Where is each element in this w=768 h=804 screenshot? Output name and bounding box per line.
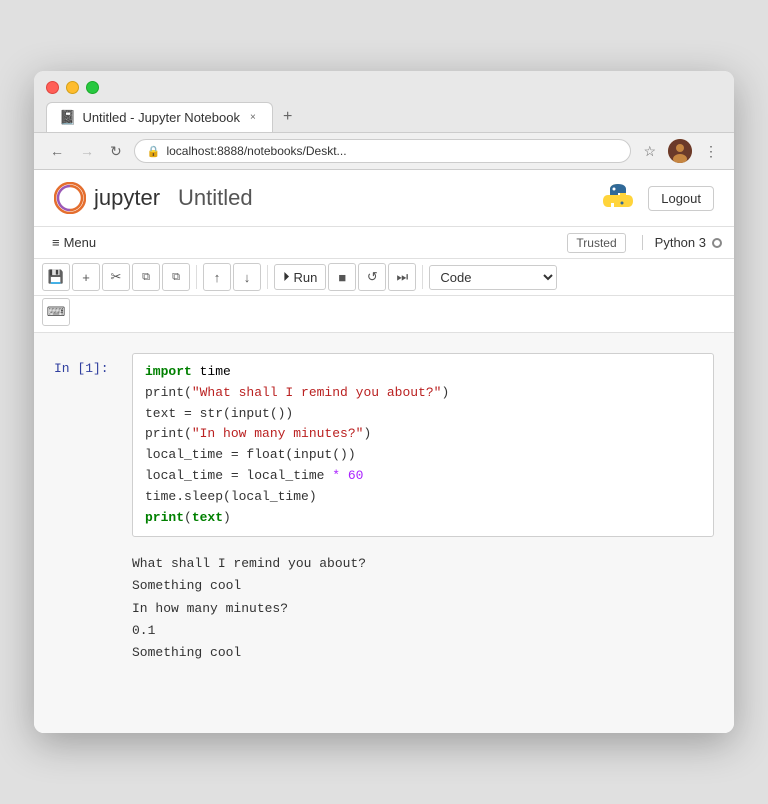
minimize-button[interactable]: [66, 81, 79, 94]
save-icon: 💾: [48, 269, 64, 285]
restart-button[interactable]: ↺: [358, 263, 386, 291]
trusted-badge: Trusted: [567, 233, 625, 253]
menu-label: Menu: [64, 235, 97, 250]
notebook-title: Untitled: [178, 185, 253, 211]
output-area: What shall I remind you about? Something…: [132, 549, 714, 667]
back-button[interactable]: ←: [46, 141, 68, 161]
paste-button[interactable]: ⧉: [162, 263, 190, 291]
user-avatar[interactable]: [668, 139, 692, 163]
output-line-1: What shall I remind you about?: [132, 553, 714, 575]
url-text: localhost:8888/notebooks/Deskt...: [166, 144, 618, 158]
output-line-5: Something cool: [132, 642, 714, 664]
keyword-import: import: [145, 364, 192, 379]
str-1: "What shall I remind you about?": [192, 385, 442, 400]
menu-button[interactable]: ≡ Menu: [46, 231, 102, 254]
close-button[interactable]: [46, 81, 59, 94]
notebook-tab-icon: 📓: [59, 109, 76, 126]
cut-button[interactable]: ✂: [102, 263, 130, 291]
jupyter-brand-text: jupyter: [94, 185, 160, 211]
move-down-button[interactable]: ↓: [233, 263, 261, 291]
logout-button[interactable]: Logout: [648, 186, 714, 211]
lock-icon: 🔒: [147, 145, 161, 158]
notebook-body: In [1]: import time print("What shall I …: [34, 333, 734, 733]
code-cell[interactable]: import time print("What shall I remind y…: [132, 353, 714, 537]
url-bar[interactable]: 🔒 localhost:8888/notebooks/Deskt...: [134, 139, 632, 163]
fast-forward-button[interactable]: ⏭: [388, 263, 416, 291]
module-time: time: [192, 364, 231, 379]
title-bar: 📓 Untitled - Jupyter Notebook × +: [34, 71, 734, 133]
output-line-3: In how many minutes?: [132, 598, 714, 620]
code-line-6: local_time = local_time * 60: [145, 466, 701, 487]
jupyter-header: jupyter Untitled Logout: [34, 170, 734, 227]
paste-icon: ⧉: [172, 271, 180, 284]
jupyter-logo: jupyter Untitled: [54, 182, 253, 214]
toolbar-separator-2: [267, 265, 268, 289]
copy-button[interactable]: ⧉: [132, 263, 160, 291]
run-label: Run: [294, 270, 318, 285]
cut-icon: ✂: [111, 269, 122, 285]
fast-forward-icon: ⏭: [397, 269, 409, 285]
code-line-1: import time: [145, 362, 701, 383]
code-line-7: time.sleep(local_time): [145, 487, 701, 508]
toolbar-separator-1: [196, 265, 197, 289]
python-logo-icon: [600, 180, 636, 216]
cell-container: In [1]: import time print("What shall I …: [54, 353, 714, 537]
code-line-5: local_time = float(input()): [145, 445, 701, 466]
tab-bar: 📓 Untitled - Jupyter Notebook × +: [46, 102, 722, 132]
toolbar-row2: ⌨: [34, 296, 734, 333]
code-line-8: print(text): [145, 508, 701, 529]
add-cell-button[interactable]: +: [72, 263, 100, 291]
active-tab[interactable]: 📓 Untitled - Jupyter Notebook ×: [46, 102, 273, 132]
kernel-info: Python 3: [642, 235, 722, 250]
code-line-4: print("In how many minutes?"): [145, 424, 701, 445]
operator-times: *: [332, 468, 340, 483]
move-up-button[interactable]: ↑: [203, 263, 231, 291]
fn-print-8: print: [145, 510, 184, 525]
code-line-2: print("What shall I remind you about?"): [145, 383, 701, 404]
output-line-2: Something cool: [132, 575, 714, 597]
str-2: "In how many minutes?": [192, 426, 364, 441]
fn-print-1: print(: [145, 385, 192, 400]
toolbar: 💾 + ✂ ⧉ ⧉ ↑ ↓ ⏵ Run ■ ↺ ⏭: [34, 259, 734, 296]
menu-bar: ≡ Menu Trusted Python 3: [34, 227, 734, 259]
tab-close-button[interactable]: ×: [246, 111, 260, 125]
new-tab-button[interactable]: +: [273, 102, 302, 132]
jupyter-content: jupyter Untitled Logout ≡ Menu: [34, 170, 734, 733]
run-button[interactable]: ⏵ Run: [274, 264, 326, 290]
keyboard-shortcuts-button[interactable]: ⌨: [42, 298, 70, 326]
var-text: text: [192, 510, 223, 525]
kernel-label: Python 3: [655, 235, 706, 250]
forward-button[interactable]: →: [76, 141, 98, 161]
toolbar-separator-3: [422, 265, 423, 289]
browser-window: 📓 Untitled - Jupyter Notebook × + ← → ↻ …: [34, 71, 734, 733]
keyboard-icon: ⌨: [47, 304, 66, 320]
stop-button[interactable]: ■: [328, 263, 356, 291]
cell-label: In [1]:: [54, 353, 124, 537]
bookmark-icon[interactable]: ☆: [639, 141, 660, 162]
address-bar: ← → ↻ 🔒 localhost:8888/notebooks/Deskt..…: [34, 133, 734, 170]
browser-menu-icon[interactable]: ⋮: [700, 141, 722, 162]
code-line-3: text = str(input()): [145, 404, 701, 425]
save-button[interactable]: 💾: [42, 263, 70, 291]
maximize-button[interactable]: [86, 81, 99, 94]
cell-type-select[interactable]: Code Markdown Raw NBConvert: [429, 265, 557, 290]
kernel-status-icon: [712, 238, 722, 248]
hamburger-icon: ≡: [52, 235, 60, 250]
jupyter-header-right: Logout: [600, 180, 714, 216]
jupyter-logo-icon: [54, 182, 86, 214]
num-60: 60: [340, 468, 363, 483]
tab-title: Untitled - Jupyter Notebook: [82, 110, 240, 125]
refresh-button[interactable]: ↻: [106, 141, 126, 162]
output-line-4: 0.1: [132, 620, 714, 642]
traffic-lights: [46, 81, 722, 94]
copy-icon: ⧉: [142, 271, 150, 284]
run-icon: ⏵: [283, 269, 290, 285]
